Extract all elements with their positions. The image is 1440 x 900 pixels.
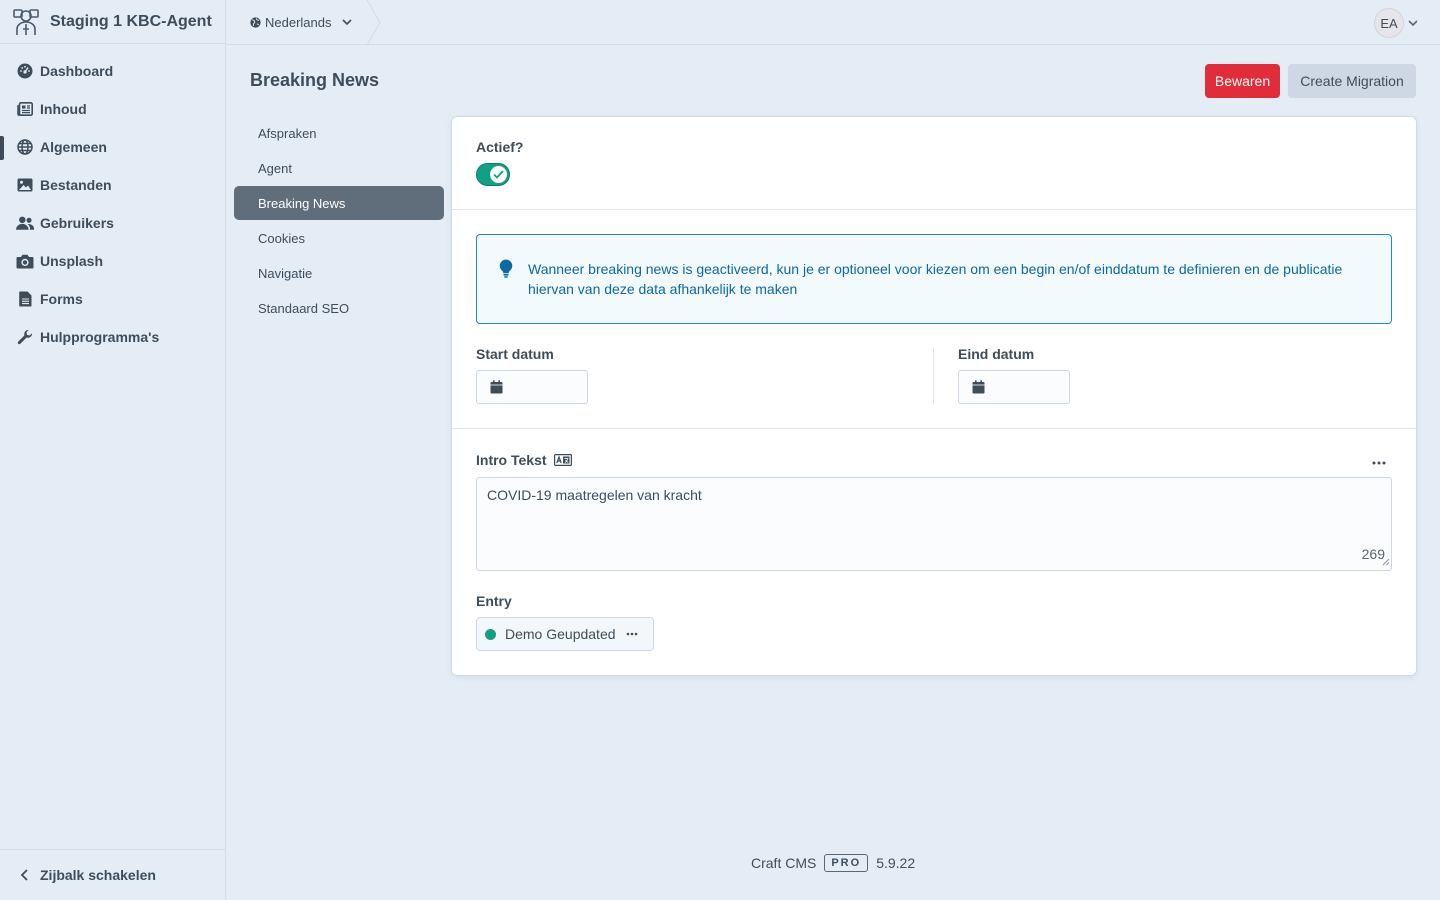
entry-actions-button[interactable]: [626, 632, 638, 636]
nav-item-algemeen[interactable]: Algemeen: [0, 128, 225, 166]
field-actions-button[interactable]: [1372, 452, 1386, 468]
nav-item-gebruikers[interactable]: Gebruikers: [0, 204, 225, 242]
nav-item-label: Hulpprogramma's: [40, 329, 160, 345]
end-date-input[interactable]: [958, 370, 1070, 404]
intro-text-header: Intro Tekst: [476, 452, 1392, 468]
entry-label: Entry: [476, 593, 512, 609]
subnav-item-cookies[interactable]: Cookies: [234, 221, 444, 255]
subnav-item-navigatie[interactable]: Navigatie: [234, 256, 444, 290]
start-date-label: Start datum: [476, 346, 554, 362]
nav-item-label: Gebruikers: [40, 215, 114, 231]
globe-icon: [16, 138, 34, 156]
nav-item-label: Bestanden: [40, 177, 112, 193]
site-menu-button[interactable]: Nederlands: [226, 0, 380, 44]
breadcrumb-separator-icon: [366, 0, 381, 45]
nav-item-label: Dashboard: [40, 63, 114, 79]
intro-text-textarea[interactable]: COVID-19 maatregelen van kracht 269: [476, 477, 1392, 571]
nav-item-hulpprogrammas[interactable]: Hulpprogramma's: [0, 318, 225, 356]
check-icon: [490, 166, 507, 183]
chevron-down-icon: [1408, 19, 1418, 27]
calendar-icon: [972, 380, 985, 394]
nav-item-label: Unsplash: [40, 253, 104, 269]
global-sidebar: Staging 1 KBC-Agent Dashboard Inhoud Alg…: [0, 0, 226, 900]
nav-item-label: Inhoud: [40, 101, 87, 117]
field-divider: [933, 348, 934, 404]
page-title: Breaking News: [250, 70, 380, 90]
account-menu-button[interactable]: EA: [1374, 8, 1418, 38]
app-name: Craft CMS: [751, 855, 817, 871]
active-label: Actief?: [476, 139, 524, 155]
calendar-icon: [490, 380, 503, 394]
global-header: Nederlands EA: [226, 0, 1440, 45]
edition-badge: PRO: [824, 854, 869, 872]
section-divider: [452, 428, 1416, 429]
camera-icon: [16, 252, 34, 270]
nav-item-inhoud[interactable]: Inhoud: [0, 90, 225, 128]
end-date-field: Eind datum: [958, 346, 1070, 404]
start-date-input[interactable]: [476, 370, 588, 404]
chevron-left-icon: [16, 866, 34, 884]
lightbulb-icon: [499, 259, 515, 323]
sidebar-toggle-button[interactable]: Zijbalk schakelen: [0, 849, 225, 900]
app-version: 5.9.22: [876, 855, 916, 871]
nav-item-forms[interactable]: Forms: [0, 280, 225, 318]
intro-text-value: COVID-19 maatregelen van kracht: [487, 487, 702, 503]
subnav-item-standaard-seo[interactable]: Standaard SEO: [234, 291, 444, 325]
wrench-icon: [16, 328, 34, 346]
site-menu-label: Nederlands: [265, 14, 332, 30]
avatar: EA: [1374, 8, 1404, 38]
entry-chip[interactable]: Demo Geupdated: [476, 617, 654, 651]
main-nav: Dashboard Inhoud Algemeen Bestanden Gebr…: [0, 52, 225, 356]
newspaper-icon: [16, 100, 34, 118]
active-field: Actief?: [452, 117, 1416, 210]
dashboard-gauge-icon: [16, 62, 34, 80]
subnav-item-agent[interactable]: Agent: [234, 151, 444, 185]
resize-handle-icon[interactable]: [1382, 553, 1390, 569]
users-icon: [16, 214, 34, 232]
intro-text-label: Intro Tekst: [476, 452, 547, 468]
settings-subnav: Afspraken Agent Breaking News Cookies Na…: [234, 116, 444, 326]
sidebar-toggle-label: Zijbalk schakelen: [40, 867, 156, 883]
nav-item-label: Algemeen: [40, 139, 107, 155]
nav-item-unsplash[interactable]: Unsplash: [0, 242, 225, 280]
end-date-label: Eind datum: [958, 346, 1035, 362]
subnav-item-breaking-news[interactable]: Breaking News: [234, 186, 444, 220]
site-logo-icon[interactable]: [10, 6, 42, 38]
tip-text: Wanneer breaking news is geactiveerd, ku…: [528, 261, 1343, 297]
nav-item-dashboard[interactable]: Dashboard: [0, 52, 225, 90]
site-name[interactable]: Staging 1 KBC-Agent: [50, 13, 212, 31]
file-text-icon: [16, 290, 34, 308]
save-button[interactable]: Bewaren: [1205, 64, 1280, 98]
globe-icon: [250, 16, 261, 28]
status-enabled-icon: [485, 628, 496, 640]
chevron-down-icon: [341, 18, 352, 26]
translatable-icon: [553, 454, 572, 466]
active-toggle[interactable]: [476, 163, 510, 186]
subnav-item-afspraken[interactable]: Afspraken: [234, 116, 444, 150]
image-icon: [16, 176, 34, 194]
content-pane: Actief? Wanneer breaking news is geactiv…: [452, 117, 1416, 675]
site-header: Staging 1 KBC-Agent: [0, 0, 225, 44]
entry-title: Demo Geupdated: [505, 626, 616, 642]
nav-item-label: Forms: [40, 291, 83, 307]
app-footer: Craft CMS PRO 5.9.22: [751, 854, 915, 872]
start-date-field: Start datum: [476, 346, 588, 404]
create-migration-button[interactable]: Create Migration: [1288, 64, 1416, 98]
tip-box: Wanneer breaking news is geactiveerd, ku…: [476, 234, 1392, 324]
nav-item-bestanden[interactable]: Bestanden: [0, 166, 225, 204]
